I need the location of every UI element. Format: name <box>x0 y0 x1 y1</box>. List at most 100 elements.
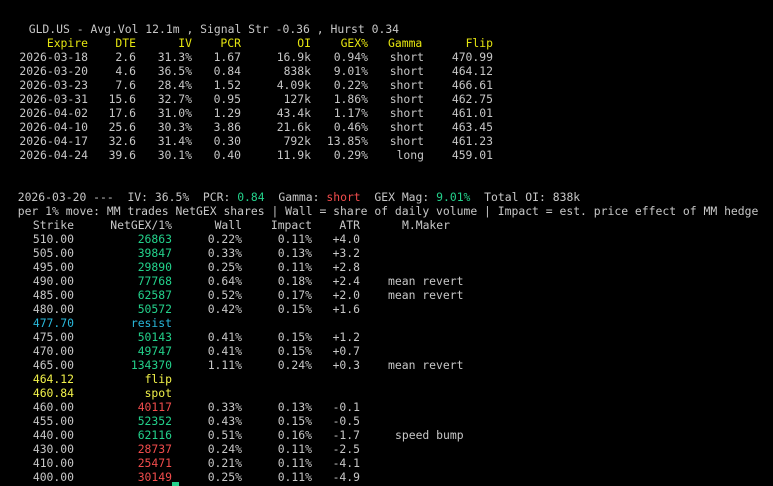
flip-cell: 459.01 <box>451 148 493 162</box>
strike-row: 510.00 26863 0.22% 0.11% +4.0 <box>0 232 773 246</box>
oi-cell: 21.6k <box>276 120 311 134</box>
pcr-cell: 1.52 <box>213 78 241 92</box>
impact-cell: 0.11% <box>277 456 312 470</box>
strike-row: 480.00 50572 0.42% 0.15% +1.6 <box>0 302 773 316</box>
wall-cell: 0.42% <box>207 302 242 316</box>
col-expire: Expire <box>46 36 88 50</box>
col-gex: GEX% <box>340 36 368 50</box>
netgex-cell: 49747 <box>137 344 172 358</box>
impact-cell: 0.24% <box>277 358 312 372</box>
strike-row: 505.00 39847 0.33% 0.13% +3.2 <box>0 246 773 260</box>
oi-cell: 127k <box>283 92 311 106</box>
oi-cell: 11.9k <box>276 148 311 162</box>
gamma-cell: short <box>389 64 424 78</box>
expiry-table-header: Expire DTE IV PCR OI GEX% Gamma Flip <box>0 36 773 50</box>
impact-cell: 0.16% <box>277 428 312 442</box>
mm-cell: mean revert <box>388 288 464 302</box>
atr-cell: -1.7 <box>332 428 360 442</box>
netgex-cell: 77768 <box>137 274 172 288</box>
strike-cell: 400.00 <box>32 470 74 484</box>
col-pcr: PCR <box>220 36 241 50</box>
strike-cell: 510.00 <box>32 232 74 246</box>
strike-cell: 490.00 <box>32 274 74 288</box>
col-gamma: Gamma <box>388 36 423 50</box>
strike-row: 490.00 77768 0.64% 0.18% +2.4 mean revert <box>0 274 773 288</box>
gamma-cell: short <box>389 120 424 134</box>
wall-cell: 0.51% <box>207 428 242 442</box>
col-dte: DTE <box>115 36 136 50</box>
wall-cell: 0.25% <box>207 260 242 274</box>
marker-label: spot <box>144 386 172 400</box>
atr-cell: +2.4 <box>332 274 360 288</box>
gamma-cell: long <box>396 148 424 162</box>
col-wall: Wall <box>214 218 242 232</box>
atr-cell: +1.6 <box>332 302 360 316</box>
atr-cell: -0.5 <box>332 414 360 428</box>
mm-cell: mean revert <box>388 358 464 372</box>
legend-text: per 1% move: MM trades NetGEX shares | W… <box>17 204 759 218</box>
iv-cell: 31.0% <box>157 106 192 120</box>
strike-row: 460.00 40117 0.33% 0.13% -0.1 <box>0 400 773 414</box>
gex-cell: 13.85% <box>326 134 368 148</box>
terminal-cursor <box>172 482 179 486</box>
impact-cell: 0.11% <box>277 232 312 246</box>
expiry-row: 2026-03-20 4.6 36.5% 0.84 838k 9.01% short 464.… <box>0 64 773 78</box>
gex-cell: 0.46% <box>333 120 368 134</box>
flip-cell: 461.01 <box>451 106 493 120</box>
pcr-cell: 1.67 <box>213 50 241 64</box>
strike-row: 470.00 49747 0.41% 0.15% +0.7 <box>0 344 773 358</box>
strike-cell: 430.00 <box>32 442 74 456</box>
expiry-row: 2026-03-18 2.6 31.3% 1.67 16.9k 0.94% short 470… <box>0 50 773 64</box>
mm-cell: speed bump <box>395 428 464 442</box>
netgex-cell: 29890 <box>137 260 172 274</box>
netgex-cell: 50572 <box>137 302 172 316</box>
mm-cell <box>388 330 488 344</box>
flip-cell: 463.45 <box>451 120 493 134</box>
iv-cell: 30.1% <box>157 148 192 162</box>
expire-cell: 2026-04-24 <box>19 148 88 162</box>
oi-cell: 16.9k <box>276 50 311 64</box>
pcr-cell: 0.84 <box>213 64 241 78</box>
impact-cell: 0.15% <box>277 330 312 344</box>
oi-cell: 792k <box>283 134 311 148</box>
col-impact: Impact <box>270 218 312 232</box>
strike-row: 400.00 30149 0.25% 0.11% -4.9 <box>0 470 773 484</box>
wall-cell: 1.11% <box>207 358 242 372</box>
strike-table-header: Strike NetGEX/1% Wall Impact ATR M.Maker <box>0 218 773 232</box>
atr-cell: +0.3 <box>332 358 360 372</box>
expire-cell: 2026-03-18 <box>19 50 88 64</box>
impact-cell: 0.11% <box>277 442 312 456</box>
strike-row: 440.00 62116 0.51% 0.16% -1.7 speed bump <box>0 428 773 442</box>
wall-cell: 0.52% <box>207 288 242 302</box>
gex-cell: 0.94% <box>333 50 368 64</box>
impact-cell: 0.15% <box>277 414 312 428</box>
marker-strike: 464.12 <box>32 372 74 386</box>
expire-cell: 2026-03-31 <box>19 92 88 106</box>
col-iv: IV <box>178 36 192 50</box>
netgex-cell: 25471 <box>137 456 172 470</box>
netgex-cell: 28737 <box>137 442 172 456</box>
dte-cell: 4.6 <box>115 64 136 78</box>
strike-cell: 460.00 <box>32 400 74 414</box>
netgex-cell: 52352 <box>137 414 172 428</box>
expire-cell: 2026-04-10 <box>19 120 88 134</box>
expire-cell: 2026-04-02 <box>19 106 88 120</box>
netgex-cell: 50143 <box>137 330 172 344</box>
atr-cell: -4.9 <box>332 470 360 484</box>
mm-cell <box>388 414 488 428</box>
col-mm: M.Maker <box>402 218 451 232</box>
flip-cell: 462.75 <box>451 92 493 106</box>
mm-cell <box>388 260 488 274</box>
mm-cell <box>388 344 488 358</box>
netgex-cell: 39847 <box>137 246 172 260</box>
mm-cell <box>388 232 488 246</box>
strike-cell: 505.00 <box>32 246 74 260</box>
strike-cell: 495.00 <box>32 260 74 274</box>
expiry-row: 2026-04-24 39.6 30.1% 0.40 11.9k 0.29% long 459… <box>0 148 773 162</box>
impact-cell: 0.18% <box>277 274 312 288</box>
mm-cell <box>388 470 488 484</box>
iv-cell: 32.7% <box>157 92 192 106</box>
iv-cell: 31.3% <box>157 50 192 64</box>
mm-cell: mean revert <box>388 274 464 288</box>
iv-cell: 28.4% <box>157 78 192 92</box>
